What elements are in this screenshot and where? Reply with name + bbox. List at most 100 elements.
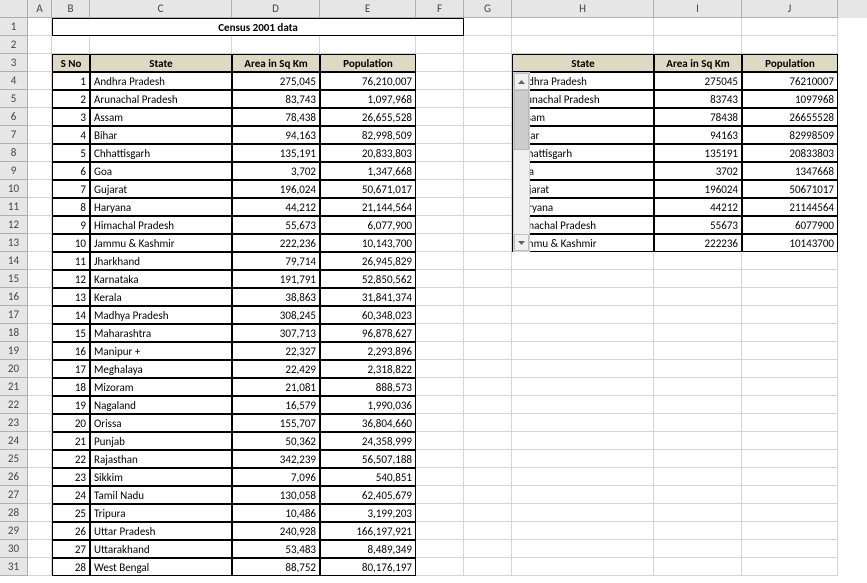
- cell-population[interactable]: 52,850,562: [320, 270, 416, 288]
- cell-area[interactable]: 38,863: [232, 288, 320, 306]
- cell-sno[interactable]: 12: [52, 270, 90, 288]
- cell[interactable]: [464, 180, 512, 198]
- cell[interactable]: [464, 162, 512, 180]
- cell[interactable]: [28, 180, 52, 198]
- cell[interactable]: [742, 324, 838, 342]
- cell-population-r[interactable]: 1347668: [742, 162, 838, 180]
- cell[interactable]: [654, 270, 742, 288]
- cell[interactable]: [464, 144, 512, 162]
- row-header[interactable]: 17: [0, 306, 28, 324]
- cell-population-r[interactable]: 10143700: [742, 234, 838, 252]
- cell-sno[interactable]: 8: [52, 198, 90, 216]
- cell[interactable]: [512, 450, 654, 468]
- cell-population-r[interactable]: 82998509: [742, 126, 838, 144]
- col-header[interactable]: G: [464, 0, 512, 18]
- cell[interactable]: [464, 306, 512, 324]
- row-header[interactable]: 10: [0, 180, 28, 198]
- cell-sno[interactable]: 11: [52, 252, 90, 270]
- cell-area[interactable]: 135,191: [232, 144, 320, 162]
- cell-state[interactable]: Karnataka: [90, 270, 232, 288]
- row-header[interactable]: 25: [0, 450, 28, 468]
- cell-state[interactable]: Mizoram: [90, 378, 232, 396]
- cell-area-r[interactable]: 44212: [654, 198, 742, 216]
- cell-sno[interactable]: 5: [52, 144, 90, 162]
- col-header[interactable]: B: [52, 0, 90, 18]
- cell[interactable]: [90, 36, 232, 54]
- cell-sno[interactable]: 2: [52, 90, 90, 108]
- cell-area[interactable]: 21,081: [232, 378, 320, 396]
- cell[interactable]: [416, 378, 464, 396]
- cell-state[interactable]: Uttarakhand: [90, 540, 232, 558]
- row-header[interactable]: 11: [0, 198, 28, 216]
- cell[interactable]: [464, 414, 512, 432]
- cell-population[interactable]: 888,573: [320, 378, 416, 396]
- cell[interactable]: [742, 414, 838, 432]
- cell-area[interactable]: 22,429: [232, 360, 320, 378]
- cell[interactable]: [416, 198, 464, 216]
- cell[interactable]: [416, 270, 464, 288]
- cell[interactable]: [28, 270, 52, 288]
- cell-population[interactable]: 20,833,803: [320, 144, 416, 162]
- cell[interactable]: [654, 432, 742, 450]
- cell-population[interactable]: 2,318,822: [320, 360, 416, 378]
- cell[interactable]: [464, 270, 512, 288]
- col-header[interactable]: A: [28, 0, 52, 18]
- cell-sno[interactable]: 26: [52, 522, 90, 540]
- cell[interactable]: [742, 270, 838, 288]
- cell-population[interactable]: 10,143,700: [320, 234, 416, 252]
- cell[interactable]: [512, 468, 654, 486]
- row-header[interactable]: 30: [0, 540, 28, 558]
- cell[interactable]: [416, 72, 464, 90]
- cell-area[interactable]: 88,752: [232, 558, 320, 576]
- row-header[interactable]: 9: [0, 162, 28, 180]
- cell-state[interactable]: Arunachal Pradesh: [90, 90, 232, 108]
- cell[interactable]: [654, 414, 742, 432]
- cell[interactable]: [464, 432, 512, 450]
- cell-population-r[interactable]: 50671017: [742, 180, 838, 198]
- cell[interactable]: [464, 522, 512, 540]
- header-state-r[interactable]: State: [512, 54, 654, 72]
- cell[interactable]: [28, 108, 52, 126]
- cell-population[interactable]: 26,655,528: [320, 108, 416, 126]
- cell-state[interactable]: Sikkim: [90, 468, 232, 486]
- cell[interactable]: [28, 90, 52, 108]
- cell-state-r[interactable]: Haryana: [512, 198, 654, 216]
- cell[interactable]: [28, 396, 52, 414]
- cell-sno[interactable]: 28: [52, 558, 90, 576]
- header-population-r[interactable]: Population: [742, 54, 838, 72]
- cell-sno[interactable]: 10: [52, 234, 90, 252]
- cell[interactable]: [512, 342, 654, 360]
- row-header[interactable]: 8: [0, 144, 28, 162]
- cell-state-r[interactable]: Chhattisgarh: [512, 144, 654, 162]
- cell[interactable]: [742, 252, 838, 270]
- cell-area-r[interactable]: 275045: [654, 72, 742, 90]
- cell[interactable]: [512, 270, 654, 288]
- cell[interactable]: [742, 306, 838, 324]
- cell[interactable]: [742, 558, 838, 576]
- cell[interactable]: [416, 324, 464, 342]
- cell[interactable]: [742, 18, 838, 36]
- cell[interactable]: [416, 216, 464, 234]
- cell[interactable]: [654, 378, 742, 396]
- cell[interactable]: [28, 18, 52, 36]
- cell-population[interactable]: 540,851: [320, 468, 416, 486]
- cell[interactable]: [416, 468, 464, 486]
- cell[interactable]: [416, 342, 464, 360]
- cell[interactable]: [512, 414, 654, 432]
- cell[interactable]: [464, 126, 512, 144]
- cell[interactable]: [464, 234, 512, 252]
- cell[interactable]: [654, 450, 742, 468]
- cell[interactable]: [742, 450, 838, 468]
- cell-sno[interactable]: 19: [52, 396, 90, 414]
- cell[interactable]: [464, 288, 512, 306]
- row-header[interactable]: 4: [0, 72, 28, 90]
- header-state[interactable]: State: [90, 54, 232, 72]
- cell-population[interactable]: 2,293,896: [320, 342, 416, 360]
- cell[interactable]: [416, 108, 464, 126]
- cell[interactable]: [416, 144, 464, 162]
- cell-area[interactable]: 55,673: [232, 216, 320, 234]
- cell-state[interactable]: Jammu & Kashmir: [90, 234, 232, 252]
- cell[interactable]: [464, 252, 512, 270]
- cell-sno[interactable]: 22: [52, 450, 90, 468]
- cell[interactable]: [416, 288, 464, 306]
